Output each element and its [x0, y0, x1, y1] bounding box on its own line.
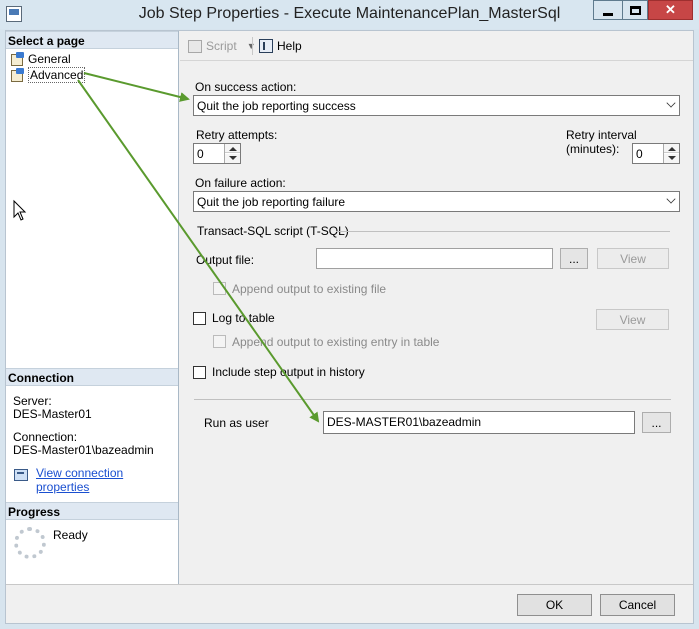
page-item-general[interactable]: General	[10, 51, 71, 66]
include-history-checkbox[interactable]	[193, 366, 206, 379]
append-table-label: Append output to existing entry in table	[232, 335, 440, 349]
tsql-section-label: Transact-SQL script (T-SQL)	[197, 224, 349, 238]
run-as-user-input[interactable]: DES-MASTER01\bazeadmin	[323, 411, 635, 434]
close-button[interactable]: ✕	[648, 0, 693, 20]
view-table-button[interactable]: View	[596, 309, 669, 330]
retry-interval-stepper[interactable]: 0	[632, 143, 680, 164]
close-icon: ✕	[665, 2, 676, 17]
dialog-client: Select a page General Advanced Connectio…	[5, 30, 694, 624]
section-divider	[336, 231, 670, 232]
maximize-icon	[629, 5, 641, 15]
help-label: Help	[277, 39, 302, 53]
page-item-label: Advanced	[28, 66, 86, 83]
include-history-label: Include step output in history	[212, 365, 365, 379]
progress-status: Ready	[53, 528, 88, 542]
ok-button[interactable]: OK	[517, 594, 592, 616]
chevron-down-icon	[666, 194, 676, 204]
stepper-down-icon[interactable]	[664, 154, 679, 163]
retry-attempts-value: 0	[197, 147, 204, 161]
on-success-label: On success action:	[195, 80, 297, 94]
help-icon	[259, 39, 273, 53]
on-success-action-select[interactable]: Quit the job reporting success	[193, 95, 680, 116]
help-button[interactable]: Help	[259, 39, 302, 53]
toolbar-separator	[252, 37, 253, 55]
right-pane: Script ▼ Help On success action: Quit th…	[180, 31, 693, 584]
append-table-checkbox[interactable]	[213, 335, 226, 348]
left-pane: Select a page General Advanced Connectio…	[6, 31, 179, 584]
on-success-value: Quit the job reporting success	[197, 99, 356, 113]
connection-header: Connection	[6, 368, 178, 386]
connection-properties-icon	[14, 468, 29, 481]
page-icon	[10, 52, 25, 66]
view-output-file-button[interactable]: View	[597, 248, 669, 269]
connection-value: DES-Master01\bazeadmin	[13, 443, 154, 457]
output-file-label: Output file:	[196, 253, 255, 267]
run-as-label: Run as user	[204, 416, 269, 430]
retry-attempts-stepper[interactable]: 0	[193, 143, 241, 164]
progress-header: Progress	[6, 502, 178, 520]
on-failure-value: Quit the job reporting failure	[197, 195, 346, 209]
script-label: Script	[206, 39, 237, 53]
progress-spinner-icon	[14, 527, 46, 559]
stepper-up-icon[interactable]	[225, 144, 240, 153]
on-failure-label: On failure action:	[195, 176, 286, 190]
script-icon	[188, 39, 202, 53]
script-button[interactable]: Script ▼	[188, 39, 256, 53]
view-connection-properties-link[interactable]: View connection properties	[36, 466, 178, 494]
stepper-buttons	[663, 144, 679, 163]
output-file-input[interactable]	[316, 248, 553, 269]
log-to-table-label: Log to table	[212, 311, 275, 325]
server-label: Server:	[13, 394, 52, 408]
run-as-divider	[194, 399, 671, 400]
log-to-table-checkbox[interactable]	[193, 312, 206, 325]
chevron-down-icon	[666, 98, 676, 108]
toolbar: Script ▼ Help	[180, 31, 693, 61]
title-bar[interactable]: Job Step Properties - Execute Maintenanc…	[0, 0, 699, 29]
cancel-button[interactable]: Cancel	[600, 594, 675, 616]
server-value: DES-Master01	[13, 407, 92, 421]
append-output-checkbox[interactable]	[213, 282, 226, 295]
retry-attempts-label: Retry attempts:	[196, 128, 278, 142]
connection-label: Connection:	[13, 430, 78, 444]
select-page-header: Select a page	[6, 31, 178, 49]
on-failure-action-select[interactable]: Quit the job reporting failure	[193, 191, 680, 212]
output-file-browse-button[interactable]: ...	[560, 248, 588, 269]
dialog-window: Job Step Properties - Execute Maintenanc…	[0, 0, 699, 629]
minimize-icon	[603, 12, 613, 16]
advanced-page-content: On success action: Quit the job reportin…	[180, 63, 693, 584]
stepper-buttons	[224, 144, 240, 163]
retry-interval-value: 0	[636, 147, 643, 161]
page-icon	[10, 68, 25, 82]
maximize-button[interactable]	[622, 0, 648, 20]
stepper-down-icon[interactable]	[225, 154, 240, 163]
page-item-advanced[interactable]: Advanced	[10, 66, 86, 83]
run-as-browse-button[interactable]: ...	[642, 412, 671, 433]
minimize-button[interactable]	[593, 0, 622, 20]
append-output-label: Append output to existing file	[232, 282, 387, 296]
page-item-label: General	[28, 51, 71, 66]
button-bar: OK Cancel	[6, 584, 693, 623]
stepper-up-icon[interactable]	[664, 144, 679, 153]
